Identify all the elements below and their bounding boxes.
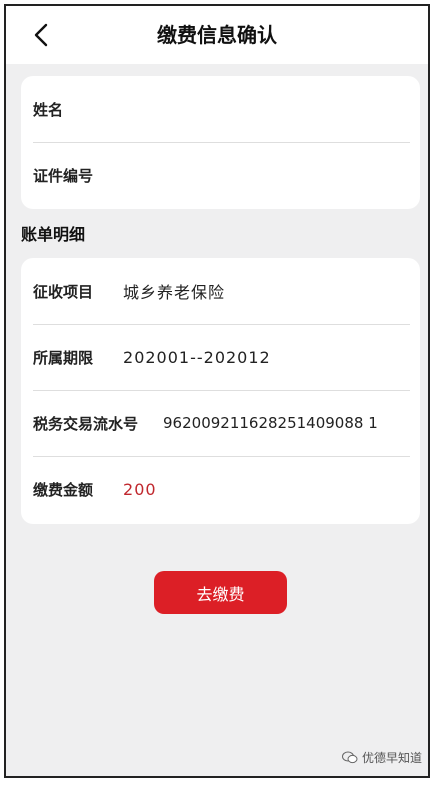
nav-bar: 缴费信息确认 <box>6 6 428 64</box>
page-title: 缴费信息确认 <box>157 23 277 47</box>
wechat-icon <box>341 751 358 764</box>
serial-number-label: 税务交易流水号 <box>33 414 139 433</box>
levy-item-value: 城乡养老保险 <box>123 283 226 302</box>
app-screen: 缴费信息确认 姓名 证件编号 账单明细 征收项目 城乡养老保险 所属期限 202… <box>4 4 430 778</box>
bill-detail-card: 征收项目 城乡养老保险 所属期限 202001--202012 税务交易流水号 … <box>21 258 420 524</box>
back-button[interactable] <box>26 20 56 50</box>
watermark: 优德早知道 <box>341 749 422 766</box>
pay-button[interactable]: 去缴费 <box>154 571 287 614</box>
id-number-label: 证件编号 <box>33 166 94 185</box>
serial-number-value: 962009211628251409088 1 <box>163 414 378 432</box>
name-label: 姓名 <box>33 100 64 119</box>
period-label: 所属期限 <box>33 348 94 367</box>
amount-row: 缴费金额 200 <box>21 456 420 522</box>
chevron-left-icon <box>34 23 48 47</box>
name-row: 姓名 <box>21 76 420 142</box>
bill-detail-title: 账单明细 <box>21 225 86 244</box>
amount-label: 缴费金额 <box>33 480 94 499</box>
period-row: 所属期限 202001--202012 <box>21 324 420 390</box>
id-number-row: 证件编号 <box>21 142 420 208</box>
levy-item-label: 征收项目 <box>33 282 94 301</box>
amount-value: 200 <box>123 479 157 499</box>
period-value: 202001--202012 <box>123 347 271 367</box>
watermark-text: 优德早知道 <box>361 751 422 765</box>
serial-number-row: 税务交易流水号 962009211628251409088 1 <box>21 390 420 456</box>
identity-card: 姓名 证件编号 <box>21 76 420 209</box>
levy-item-row: 征收项目 城乡养老保险 <box>21 258 420 324</box>
